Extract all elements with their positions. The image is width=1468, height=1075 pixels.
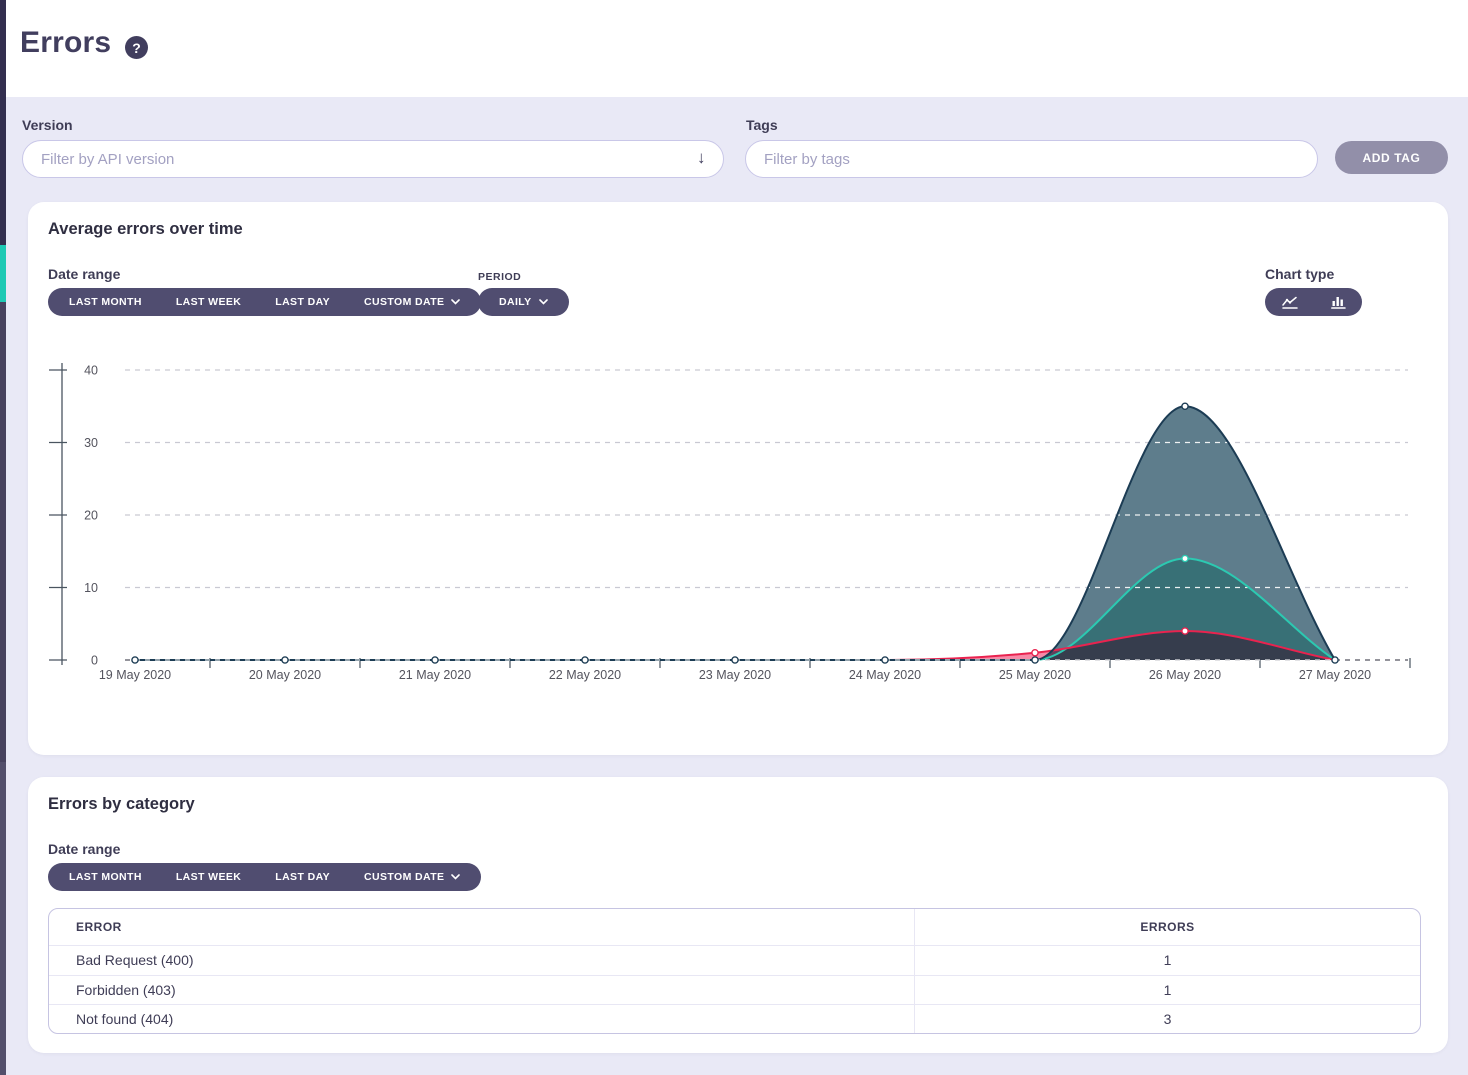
chart-card-title: Average errors over time [48,220,243,239]
period-value: DAILY [499,296,532,308]
line-chart-type-button[interactable] [1268,288,1312,316]
column-header-error: ERROR [76,920,122,934]
table-header-row: ERROR ERRORS [49,909,1420,945]
date-range-label: Date range [48,841,120,857]
version-filter-input[interactable] [22,140,724,178]
y-axis-label: 40 [84,364,98,378]
y-axis-label: 30 [84,436,98,450]
x-axis-label: 22 May 2020 [549,668,621,682]
sidebar-edge-top [0,0,6,245]
error-count: 3 [1164,1011,1172,1027]
chart-area: 0 10 20 30 40 19 May 2020 20 May 2020 21 May 20… [40,355,1420,695]
sidebar-edge-middle [0,302,6,762]
date-range-label: Date range [48,266,120,282]
dropdown-arrow-icon[interactable]: ↓ [697,148,706,168]
last-week-button[interactable]: LAST WEEK [159,863,258,891]
download-chart-button[interactable] [1375,288,1421,316]
errors-over-time-chart[interactable]: 0 10 20 30 40 19 May 2020 20 May 2020 21 May 20… [40,355,1420,695]
x-axis-label: 20 May 2020 [249,668,321,682]
chart-type-label: Chart type [1265,266,1334,282]
data-point[interactable] [432,657,438,663]
data-point[interactable] [882,657,888,663]
sidebar-edge-strip[interactable] [0,0,6,1075]
chevron-down-icon [451,874,460,880]
tags-label: Tags [746,117,778,133]
table-row[interactable]: Forbidden (403) 1 [49,975,1420,1005]
data-point[interactable] [582,657,588,663]
add-tag-button[interactable]: ADD TAG [1335,141,1448,174]
sidebar-edge-bottom [0,762,6,1075]
custom-date-button[interactable]: CUSTOM DATE [347,288,477,316]
column-header-errors: ERRORS [1140,920,1194,934]
table-row[interactable]: Not found (404) 3 [49,1004,1420,1034]
chart-type-toggle [1265,288,1362,316]
error-count: 1 [1164,952,1172,968]
x-axis-label: 24 May 2020 [849,668,921,682]
error-name: Not found (404) [76,1011,173,1027]
y-axis-label: 0 [91,654,98,668]
last-month-button[interactable]: LAST MONTH [52,863,159,891]
table-row[interactable]: Bad Request (400) 1 [49,945,1420,975]
data-point[interactable] [1032,650,1038,656]
last-day-button[interactable]: LAST DAY [258,863,347,891]
download-icon [1391,295,1405,309]
errors-page: Errors ? Version ↓ Tags ADD TAG Average … [0,0,1468,1075]
custom-date-button[interactable]: CUSTOM DATE [347,863,477,891]
error-name: Bad Request (400) [76,952,194,968]
data-point[interactable] [1182,403,1188,409]
custom-date-label: CUSTOM DATE [364,296,444,308]
date-range-button-group: LAST MONTH LAST WEEK LAST DAY CUSTOM DAT… [48,863,481,891]
period-select-group: DAILY [478,288,569,316]
errors-table: ERROR ERRORS Bad Request (400) 1 Forbidd… [48,908,1421,1034]
errors-by-category-card: Errors by category Date range LAST MONTH… [28,777,1448,1053]
page-header: Errors ? [6,0,1468,97]
red-series-area [135,631,1335,660]
error-name: Forbidden (403) [76,982,176,998]
filter-bar: Version ↓ Tags ADD TAG [6,97,1468,202]
bar-chart-type-button[interactable] [1317,288,1360,316]
bar-chart-icon [1331,295,1346,309]
chevron-down-icon [451,299,460,305]
tags-filter-input[interactable] [745,140,1318,178]
x-axis-label: 23 May 2020 [699,668,771,682]
average-errors-card: Average errors over time Date range LAST… [28,202,1448,755]
version-label: Version [22,117,73,133]
sidebar-edge-active-indicator [0,245,6,302]
category-card-title: Errors by category [48,795,195,814]
last-month-button[interactable]: LAST MONTH [52,288,159,316]
data-point[interactable] [732,657,738,663]
x-axis-label: 26 May 2020 [1149,668,1221,682]
data-point[interactable] [132,657,138,663]
line-chart-icon [1282,295,1298,309]
period-label: PERIOD [478,271,521,283]
download-icon [1391,870,1405,884]
data-point[interactable] [282,657,288,663]
x-axis-label: 25 May 2020 [999,668,1071,682]
x-axis-label: 27 May 2020 [1299,668,1371,682]
y-axis-label: 20 [84,509,98,523]
data-point[interactable] [1332,657,1338,663]
data-point[interactable] [1182,555,1188,561]
custom-date-label: CUSTOM DATE [364,871,444,883]
error-count: 1 [1164,982,1172,998]
x-axis-label: 19 May 2020 [99,668,171,682]
help-icon[interactable]: ? [125,36,148,59]
page-title: Errors [20,26,111,60]
data-point[interactable] [1032,657,1038,663]
last-day-button[interactable]: LAST DAY [258,288,347,316]
last-week-button[interactable]: LAST WEEK [159,288,258,316]
download-table-button[interactable] [1375,863,1421,891]
date-range-button-group: LAST MONTH LAST WEEK LAST DAY CUSTOM DAT… [48,288,481,316]
period-daily-button[interactable]: DAILY [482,288,565,316]
chevron-down-icon [539,299,548,305]
x-axis-label: 21 May 2020 [399,668,471,682]
y-axis-label: 10 [84,581,98,595]
data-point[interactable] [1182,628,1188,634]
